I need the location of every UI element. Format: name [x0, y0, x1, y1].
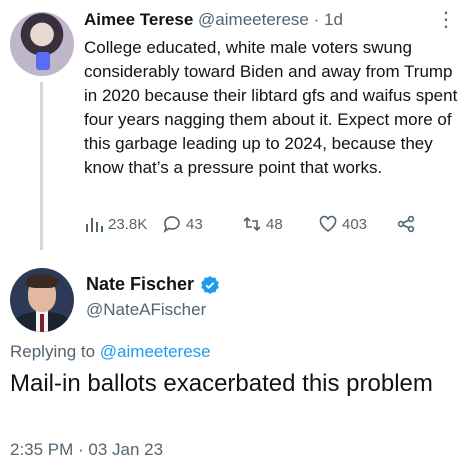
- aimee-avatar[interactable]: [10, 12, 74, 76]
- share-action[interactable]: [396, 214, 420, 234]
- like-action[interactable]: 403: [318, 214, 367, 234]
- tweet-actions-bar: 23.8K 43 48 403: [84, 214, 464, 240]
- reply-action[interactable]: 43: [162, 214, 203, 234]
- parent-tweet-time[interactable]: 1d: [324, 10, 343, 29]
- retweet-icon: [243, 216, 261, 232]
- more-icon[interactable]: ⋮: [434, 8, 458, 32]
- like-count: 403: [342, 215, 368, 233]
- verified-badge-icon: [201, 275, 219, 294]
- retweet-action[interactable]: 48: [242, 214, 283, 234]
- reply-icon: [163, 216, 180, 233]
- parent-author-handle[interactable]: @aimeeterese: [198, 10, 309, 29]
- share-icon: [397, 215, 415, 233]
- reply-timestamp[interactable]: 2:35 PM · 03 Jan 23: [10, 440, 163, 460]
- nate-avatar[interactable]: [10, 268, 74, 332]
- parent-tweet-header: Aimee Terese @aimeeterese · 1d: [84, 10, 343, 30]
- views-action[interactable]: 23.8K: [84, 214, 147, 234]
- reply-count: 43: [186, 215, 203, 233]
- separator-dot: ·: [313, 10, 320, 29]
- views-count: 23.8K: [108, 215, 148, 233]
- like-icon: [319, 215, 337, 232]
- avatar-drink-cup: [36, 52, 50, 70]
- views-icon: [86, 218, 103, 232]
- thread-connector-line: [40, 82, 43, 250]
- parent-tweet-text: College educated, white male voters swun…: [84, 38, 458, 177]
- avatar-tie: [40, 314, 44, 332]
- reply-author-name[interactable]: Nate Fischer: [86, 274, 194, 295]
- retweet-count: 48: [266, 215, 283, 233]
- parent-author-name[interactable]: Aimee Terese: [84, 10, 193, 29]
- avatar-hair: [26, 274, 58, 288]
- reply-author-name-row: Nate Fischer: [86, 274, 220, 295]
- replying-to-mention[interactable]: @aimeeterese: [100, 342, 211, 361]
- replying-to-line: Replying to @aimeeterese: [10, 342, 211, 362]
- reply-author-handle[interactable]: @NateAFischer: [86, 300, 206, 320]
- reply-tweet-text: Mail-in ballots exacerbated this problem: [10, 370, 433, 397]
- replying-to-prefix: Replying to: [10, 342, 96, 361]
